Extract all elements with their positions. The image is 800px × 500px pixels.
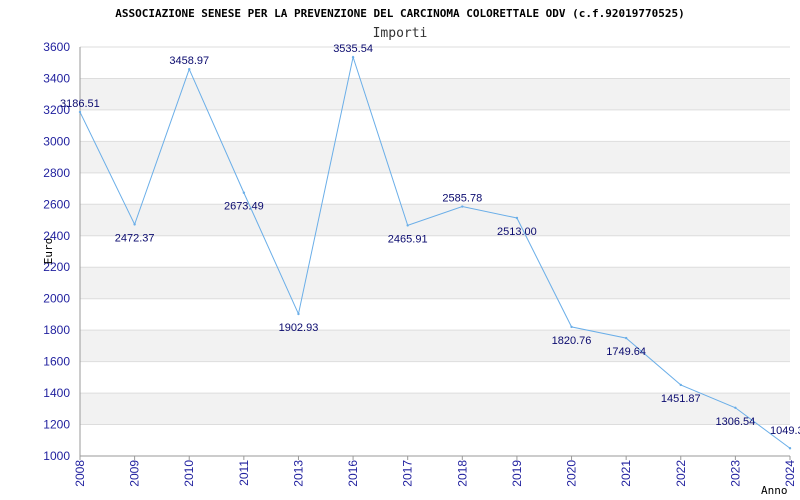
data-label: 2472.37 bbox=[115, 232, 155, 244]
data-label: 3458.97 bbox=[169, 55, 209, 67]
x-tick-label: 2008 bbox=[73, 460, 87, 487]
x-axis-label: Anno bbox=[761, 484, 788, 497]
data-label: 1749.64 bbox=[606, 346, 646, 358]
y-axis-label: Euro bbox=[42, 238, 55, 265]
x-tick-label: 2016 bbox=[346, 460, 360, 487]
background-band bbox=[80, 78, 790, 110]
data-point bbox=[461, 205, 464, 208]
x-tick-label: 2022 bbox=[674, 460, 688, 487]
data-point bbox=[188, 67, 191, 71]
y-tick-label: 1800 bbox=[43, 323, 70, 337]
background-band bbox=[80, 361, 790, 394]
data-label: 1306.54 bbox=[716, 416, 756, 428]
y-tick-label: 1200 bbox=[43, 418, 70, 432]
data-point bbox=[679, 383, 682, 387]
data-point bbox=[78, 110, 82, 114]
x-tick-label: 2020 bbox=[565, 460, 579, 487]
y-tick-label: 1600 bbox=[43, 355, 70, 369]
y-tick-label: 3600 bbox=[43, 40, 70, 54]
data-label: 2513.00 bbox=[497, 226, 537, 238]
chart-title: ASSOCIAZIONE SENESE PER LA PREVENZIONE D… bbox=[115, 7, 685, 20]
y-tick-label: 3400 bbox=[43, 71, 70, 85]
x-tick-label: 2018 bbox=[455, 460, 469, 487]
data-point bbox=[133, 223, 136, 226]
data-label: 1820.76 bbox=[552, 335, 592, 347]
data-label: 3186.51 bbox=[60, 98, 100, 110]
x-tick-label: 2019 bbox=[510, 460, 524, 487]
background-band bbox=[80, 109, 790, 142]
y-tick-label: 1000 bbox=[43, 449, 70, 463]
data-point bbox=[570, 325, 573, 329]
background-band bbox=[80, 267, 790, 299]
data-point bbox=[515, 216, 519, 220]
x-tick-labels: 2008 2009 2010 2011 2013 2016 2017 2018 2019 2020… bbox=[73, 456, 797, 487]
data-point bbox=[734, 406, 737, 409]
chart-subtitle: Importi bbox=[373, 26, 428, 41]
data-point bbox=[242, 191, 246, 194]
background-band bbox=[80, 330, 790, 362]
y-tick-label: 2000 bbox=[43, 292, 70, 306]
data-point bbox=[297, 312, 300, 316]
x-tick-label: 2013 bbox=[291, 460, 305, 487]
data-label: 3535.54 bbox=[333, 43, 373, 55]
data-point bbox=[351, 55, 355, 59]
x-tick-label: 2021 bbox=[619, 460, 633, 487]
line-chart: 1000120014001600180020002200240026002800… bbox=[42, 7, 800, 497]
x-tick-label: 2011 bbox=[237, 460, 251, 486]
data-point bbox=[788, 447, 792, 450]
y-tick-label: 3000 bbox=[43, 134, 70, 148]
background-band bbox=[80, 172, 790, 205]
x-tick-label: 2023 bbox=[728, 460, 742, 487]
y-tick-label: 2800 bbox=[43, 166, 70, 180]
data-label: 1049.3 bbox=[770, 425, 800, 437]
background-band bbox=[80, 424, 790, 456]
background-band bbox=[80, 235, 790, 268]
background-band bbox=[80, 298, 790, 331]
x-tick-label: 2009 bbox=[128, 460, 142, 487]
data-label: 2585.78 bbox=[442, 193, 482, 205]
data-label: 1451.87 bbox=[661, 393, 701, 405]
background-band bbox=[80, 204, 790, 236]
y-tick-label: 1400 bbox=[43, 386, 70, 400]
x-tick-label: 2010 bbox=[182, 460, 196, 487]
y-tick-label: 2600 bbox=[43, 197, 70, 211]
x-tick-label: 2024 bbox=[783, 460, 797, 487]
data-point bbox=[406, 224, 409, 227]
data-label: 2673.49 bbox=[224, 201, 264, 213]
data-label: 1902.93 bbox=[279, 322, 319, 334]
data-point bbox=[624, 336, 628, 340]
data-label: 2465.91 bbox=[388, 233, 428, 245]
x-tick-label: 2017 bbox=[401, 460, 415, 487]
background-band bbox=[80, 141, 790, 173]
